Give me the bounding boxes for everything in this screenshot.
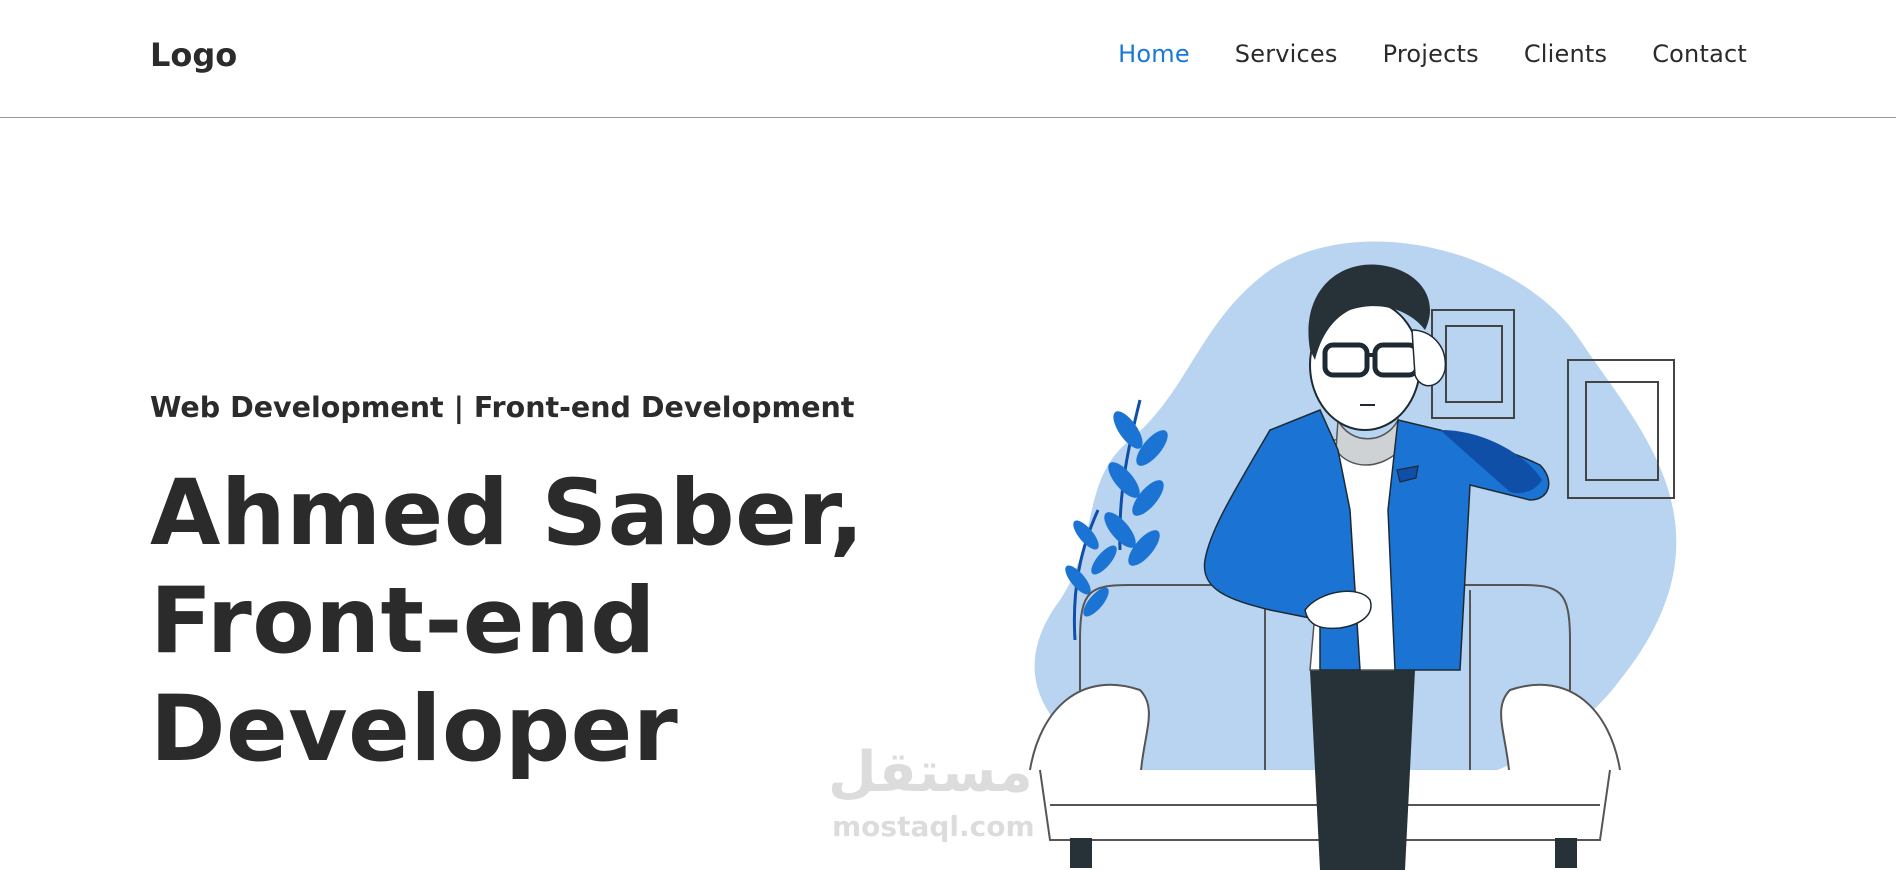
navbar: Logo Home Services Projects Clients Cont… xyxy=(0,0,1896,118)
watermark-latin: mostaql.com xyxy=(832,810,1035,843)
couch-leg-right xyxy=(1555,838,1577,868)
nav-links: Home Services Projects Clients Contact xyxy=(1073,40,1747,68)
hero-headline: Ahmed Saber, Front-end Developer xyxy=(150,460,870,784)
page: Logo Home Services Projects Clients Cont… xyxy=(0,0,1896,870)
nav-item-contact: Contact xyxy=(1652,40,1747,68)
headline-line-3: Developer xyxy=(150,677,679,782)
nav-link-clients[interactable]: Clients xyxy=(1524,40,1607,68)
hero-section: Web Development | Front-end Development … xyxy=(150,388,870,784)
logo-link[interactable]: Logo xyxy=(150,36,237,74)
headline-line-1: Ahmed Saber, xyxy=(150,461,865,566)
headline-line-2: Front-end xyxy=(150,569,656,674)
nav-link-services[interactable]: Services xyxy=(1235,40,1338,68)
nav-link-contact[interactable]: Contact xyxy=(1652,40,1747,68)
nav-item-home: Home xyxy=(1118,40,1190,68)
watermark: مستقل mostaql.com xyxy=(828,740,1078,850)
nav-item-projects: Projects xyxy=(1383,40,1479,68)
nav-item-clients: Clients xyxy=(1524,40,1607,68)
developer-illustration xyxy=(1029,241,1677,870)
nav-link-projects[interactable]: Projects xyxy=(1383,40,1479,68)
nav-item-services: Services xyxy=(1235,40,1338,68)
nav-link-home[interactable]: Home xyxy=(1118,40,1190,68)
hero-subtitle: Web Development | Front-end Development xyxy=(150,391,855,424)
watermark-arabic: مستقل xyxy=(828,740,1033,805)
